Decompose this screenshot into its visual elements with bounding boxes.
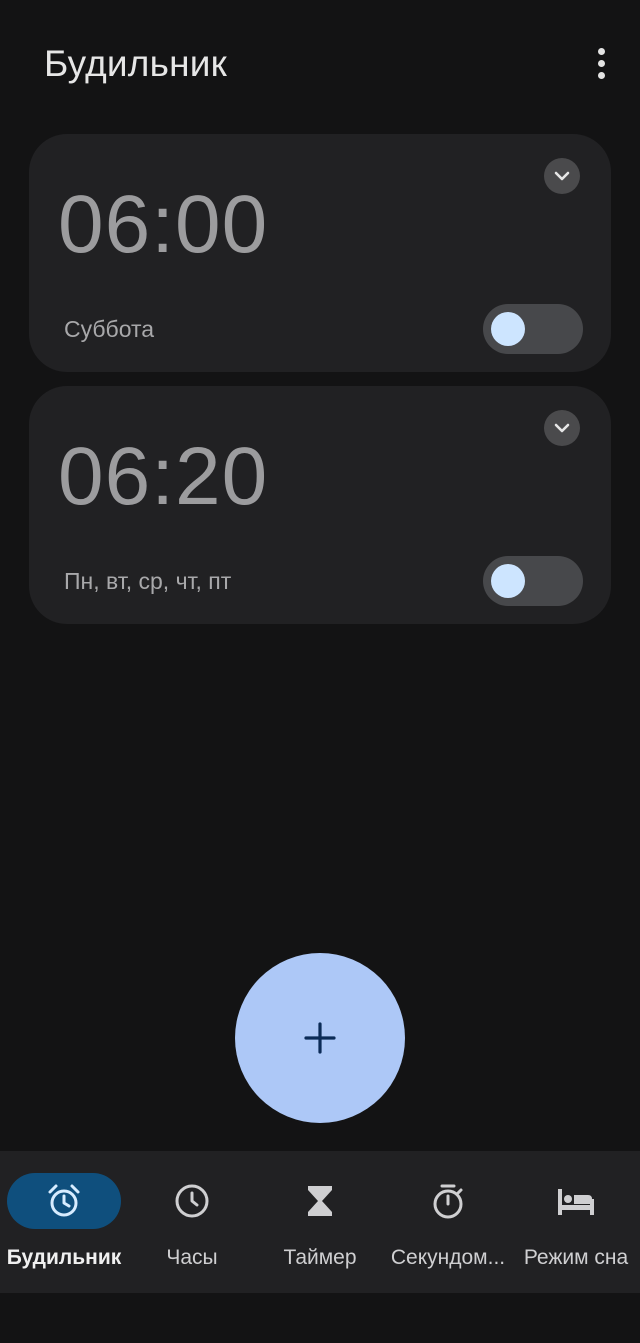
nav-item-alarm[interactable]: Будильник (0, 1151, 128, 1293)
nav-label: Режим сна (523, 1246, 629, 1269)
expand-alarm-button[interactable] (544, 410, 580, 446)
alarm-time[interactable]: 06:00 (58, 180, 268, 270)
nav-pill-active (7, 1173, 121, 1229)
alarm-card[interactable]: 06:00 Суббота (29, 134, 611, 372)
plus-icon (304, 1022, 336, 1054)
nav-label: Часы (166, 1246, 218, 1269)
toggle-knob (491, 312, 525, 346)
toggle-knob (491, 564, 525, 598)
alarm-days: Суббота (64, 316, 155, 342)
alarm-toggle[interactable] (483, 556, 583, 606)
more-vert-icon-dot (597, 71, 605, 79)
hourglass-icon (308, 1186, 332, 1216)
nav-label: Секундом... (390, 1246, 506, 1269)
alarm-toggle[interactable] (483, 304, 583, 354)
bed-icon (558, 1189, 594, 1215)
nav-pill (391, 1173, 505, 1229)
nav-item-bedtime[interactable]: Режим сна (512, 1151, 640, 1293)
nav-label: Будильник (6, 1246, 122, 1269)
expand-alarm-button[interactable] (544, 158, 580, 194)
more-options-button[interactable] (580, 40, 622, 86)
nav-item-timer[interactable]: Таймер (256, 1151, 384, 1293)
clock-icon (175, 1184, 209, 1218)
nav-item-stopwatch[interactable]: Секундом... (384, 1151, 512, 1293)
alarm-icon (48, 1184, 80, 1217)
chevron-down-icon (554, 423, 570, 433)
nav-pill (263, 1173, 377, 1229)
nav-label: Таймер (283, 1246, 357, 1269)
nav-pill (519, 1173, 633, 1229)
chevron-down-icon (554, 171, 570, 181)
bottom-navigation: Будильник Часы Таймер Секундом... Режим … (0, 1151, 640, 1293)
nav-pill (135, 1173, 249, 1229)
more-vert-icon (597, 47, 605, 55)
more-vert-icon-dot (597, 59, 605, 67)
page-title: Будильник (44, 43, 227, 84)
stopwatch-icon (433, 1184, 463, 1219)
alarm-card[interactable]: 06:20 Пн, вт, ср, чт, пт (29, 386, 611, 624)
alarm-days: Пн, вт, ср, чт, пт (64, 568, 232, 594)
nav-item-clock[interactable]: Часы (128, 1151, 256, 1293)
add-alarm-button[interactable] (235, 953, 405, 1123)
alarm-time[interactable]: 06:20 (58, 432, 268, 522)
